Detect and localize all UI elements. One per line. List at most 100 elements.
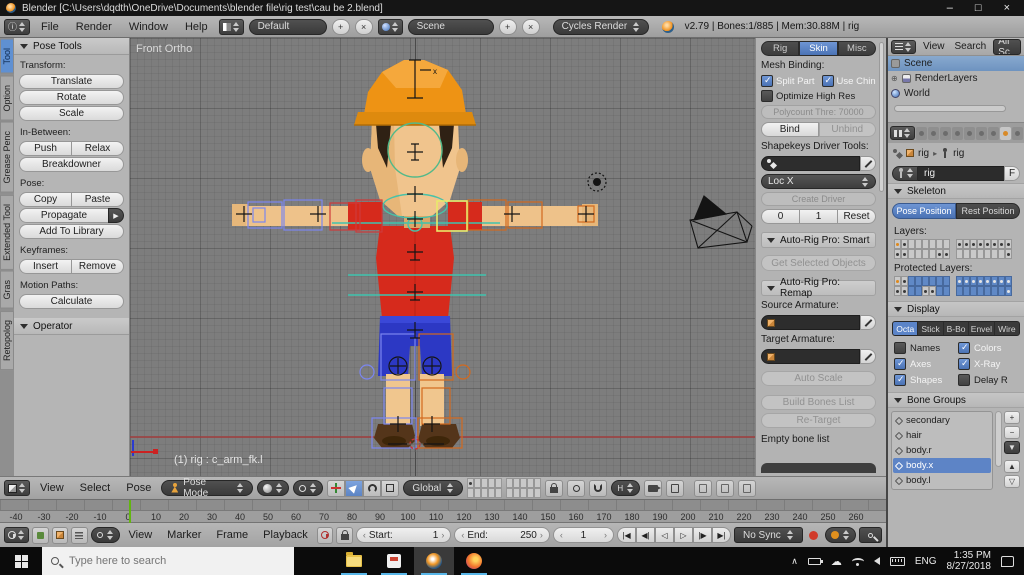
only-selected-icon[interactable] [51, 526, 68, 544]
editor-type-outliner-icon[interactable] [891, 39, 916, 54]
pose-position-button[interactable]: Pose Position [892, 203, 956, 219]
scale-manipulator-icon[interactable] [381, 479, 400, 497]
insert-keyframe-button[interactable]: Insert [19, 259, 71, 274]
speaker-icon[interactable] [873, 557, 880, 565]
show-markers-icon[interactable] [32, 526, 49, 544]
shelf-tab-extended-tool[interactable]: Extended Tool [0, 194, 14, 270]
breadcrumb-object-name[interactable]: rig [918, 148, 929, 159]
active-keying-set-field[interactable] [859, 527, 883, 543]
layer-toggle[interactable] [998, 286, 1005, 296]
layer-toggle[interactable] [908, 239, 915, 249]
snap-element-select[interactable]: H [611, 480, 641, 496]
layer-toggle[interactable] [998, 276, 1005, 286]
delete-layout-button[interactable]: × [354, 18, 373, 35]
playback-filter-select[interactable] [90, 527, 120, 543]
layer-toggle[interactable] [901, 239, 908, 249]
snap-magnet-icon[interactable] [589, 479, 608, 497]
editor-type-3dview-icon[interactable] [4, 480, 30, 496]
layer-toggle[interactable] [943, 249, 950, 259]
view3d-menu-pose[interactable]: Pose [120, 482, 157, 494]
outliner-scrollbar[interactable] [894, 105, 1006, 112]
menu-file[interactable]: File [35, 21, 65, 33]
layer-toggle[interactable] [1005, 276, 1012, 286]
timeline-ruler[interactable]: -40 -30 -20 -10 0 10 20 30 40 50 60 70 80 90 100 110 120… [0, 511, 886, 523]
create-driver-button[interactable]: Create Driver [761, 192, 876, 206]
armature-id-icon[interactable] [892, 165, 918, 181]
sync-mode-select[interactable]: No Sync [733, 527, 803, 543]
operator-panel-header[interactable]: Operator [14, 318, 129, 335]
layer-toggle[interactable] [936, 249, 943, 259]
mode-select[interactable]: Pose Mode [161, 477, 254, 499]
get-selected-objects-button[interactable]: Get Selected Objects [761, 255, 876, 271]
layer-toggle[interactable] [894, 276, 901, 286]
layer-toggle[interactable] [534, 488, 542, 498]
manipulator-axes-icon[interactable] [327, 479, 346, 497]
layer-toggle[interactable] [984, 276, 991, 286]
tab-scene-icon[interactable] [940, 126, 951, 140]
layer-toggle[interactable] [922, 286, 929, 296]
play-icon[interactable]: ▷ [673, 527, 693, 543]
colors-checkbox[interactable] [958, 342, 970, 354]
tab-constraints-icon[interactable] [976, 126, 987, 140]
layer-toggle[interactable] [963, 249, 970, 259]
layer-toggle[interactable] [1005, 286, 1012, 296]
layer-toggle[interactable] [481, 478, 489, 488]
build-bones-list-button[interactable]: Build Bones List [761, 395, 876, 410]
translate-button[interactable]: Translate [19, 74, 124, 89]
tab-world-icon[interactable] [952, 126, 963, 140]
layer-toggle[interactable] [956, 276, 963, 286]
breakdowner-button[interactable]: Breakdowner [19, 157, 124, 172]
names-checkbox[interactable] [894, 342, 906, 354]
layer-toggle[interactable] [513, 478, 521, 488]
layer-toggle[interactable] [527, 488, 535, 498]
current-frame-indicator[interactable] [129, 500, 131, 523]
armature-name-field[interactable]: rig [918, 165, 1004, 181]
axes-checkbox[interactable] [894, 358, 906, 370]
layer-toggle[interactable] [481, 488, 489, 498]
layer-toggle[interactable] [908, 286, 915, 296]
layer-toggle[interactable] [1005, 249, 1012, 259]
screen-layout-icon[interactable] [218, 18, 244, 35]
tab-skin[interactable]: Skin [799, 41, 838, 56]
mode-envelope[interactable]: Envel [969, 322, 995, 335]
next-keyframe-icon[interactable]: |▶ [692, 527, 712, 543]
layer-toggle[interactable] [970, 276, 977, 286]
proportional-edit-icon[interactable] [567, 479, 586, 497]
search-input[interactable] [67, 554, 285, 568]
camera-object[interactable] [689, 195, 753, 249]
layer-toggle[interactable] [991, 286, 998, 296]
bone-group-row[interactable]: body.r [893, 443, 991, 458]
layer-toggle[interactable] [936, 276, 943, 286]
shelf-tab-retopology[interactable]: Retopolog [0, 310, 14, 371]
editor-type-timeline-icon[interactable] [4, 527, 29, 543]
layer-toggle[interactable] [901, 286, 908, 296]
copy-pose-button[interactable]: Copy [19, 192, 71, 207]
driver-value-1-button[interactable]: 1 [800, 209, 837, 224]
outliner-display-filter[interactable]: All Sc [993, 38, 1021, 55]
layer-toggle[interactable] [998, 239, 1005, 249]
skeleton-panel-header[interactable]: Skeleton [888, 183, 1024, 199]
move-group-down-icon[interactable]: ▽ [1004, 475, 1020, 488]
viewport-3d[interactable]: x Front Ortho (1) rig: c_arm_fk.l Rig S… [130, 38, 886, 476]
eyedropper-icon[interactable] [860, 156, 876, 171]
timeline-menu-frame[interactable]: Frame [210, 529, 254, 541]
add-layout-button[interactable]: + [331, 18, 350, 35]
copy-pose-icon[interactable] [694, 479, 713, 497]
minimize-icon[interactable]: – [947, 2, 953, 14]
view3d-menu-view[interactable]: View [34, 482, 70, 494]
frame-end-field[interactable]: ‹ End: 250 › [454, 527, 550, 543]
tab-misc[interactable]: Misc [837, 41, 876, 56]
driver-reset-button[interactable]: Reset [837, 209, 876, 224]
mode-octahedral[interactable]: Octa [893, 322, 919, 335]
layer-toggle[interactable] [520, 488, 528, 498]
mode-bbone[interactable]: B-Bo [944, 322, 970, 335]
shelf-tab-tool[interactable]: Tool [0, 39, 14, 74]
add-scene-button[interactable]: + [498, 18, 517, 35]
layer-toggle[interactable] [991, 239, 998, 249]
editor-type-info-icon[interactable]: ⓘ [4, 18, 31, 35]
keying-set-select[interactable] [825, 527, 857, 543]
source-armature-field[interactable] [761, 315, 860, 330]
arp-remap-panel-header[interactable]: Auto-Rig Pro: Remap [761, 277, 876, 299]
layer-toggle[interactable] [943, 276, 950, 286]
jump-to-end-icon[interactable]: ▶| [711, 527, 731, 543]
